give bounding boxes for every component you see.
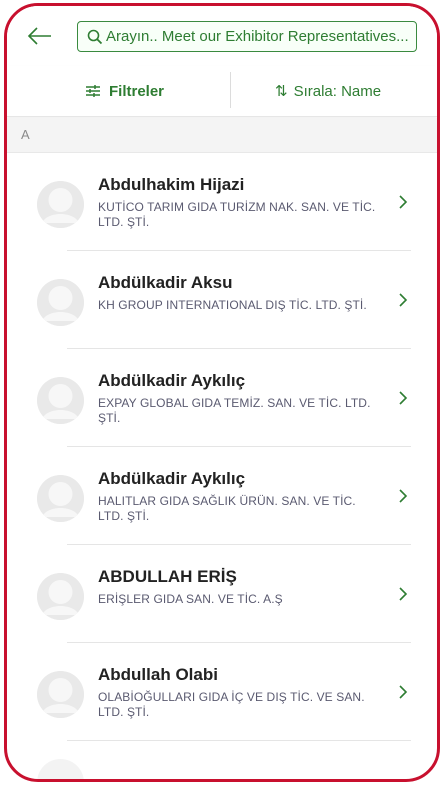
list-item[interactable]: Abdullah Olabi OLABİOĞULLARI GIDA İÇ VE … [7,643,437,741]
contact-name: Abdullah Olabi [98,665,218,684]
toolbar-divider [230,72,231,108]
contact-company: ERİŞLER GIDA SAN. VE TİC. A.Ş [98,592,283,606]
user-placeholder-icon [37,279,84,326]
user-placeholder-icon [37,671,84,718]
chevron-right-icon [399,391,408,405]
contact-name: ABDULLAH ERİŞ [98,567,237,586]
chevron-right-icon [399,195,408,209]
contact-name: Abdülkadir Aykılıç [98,469,246,488]
avatar [37,181,84,228]
filter-button[interactable]: Filtreler [85,66,164,116]
avatar [37,279,84,326]
device-frame: Arayın.. Meet our Exhibitor Representati… [4,3,440,782]
list-item[interactable]: Abdülkadir Aksu KH GROUP INTERNATIONAL D… [7,251,437,349]
avatar [37,475,84,522]
user-placeholder-icon [37,475,84,522]
contact-company: KH GROUP INTERNATIONAL DIŞ TİC. LTD. ŞTİ… [98,298,367,312]
sliders-icon [86,85,100,97]
arrow-left-icon [27,27,51,45]
contact-name: Abdülkadir Aykılıç [98,371,246,390]
contact-list: Abdulhakim Hijazi KUTİCO TARIM GIDA TURİ… [7,153,437,741]
section-header: A [7,118,437,153]
section-letter: A [21,127,30,142]
contact-company: KUTİCO TARIM GIDA TURİZM NAK. SAN. VE Tİ… [98,200,376,229]
back-button[interactable] [25,22,55,50]
search-input[interactable]: Arayın.. Meet our Exhibitor Representati… [77,21,417,52]
contact-name: Abdülkadir Aksu [98,273,233,292]
search-icon [87,29,103,44]
contact-company: EXPAY GLOBAL GIDA TEMİZ. SAN. VE TİC. LT… [98,396,371,425]
faded-list-item [7,741,437,779]
contact-company: OLABİOĞULLARI GIDA İÇ VE DIŞ TİC. VE SAN… [98,690,365,719]
search-placeholder: Arayın.. Meet our Exhibitor Representati… [106,28,409,45]
chevron-right-icon [399,489,408,503]
list-item[interactable]: Abdülkadir Aykılıç EXPAY GLOBAL GIDA TEM… [7,349,437,447]
contact-company: HALITLAR GIDA SAĞLIK ÜRÜN. SAN. VE TİC. … [98,494,356,523]
avatar [37,671,84,718]
list-item[interactable]: ABDULLAH ERİŞ ERİŞLER GIDA SAN. VE TİC. … [7,545,437,643]
list-item[interactable]: Abdulhakim Hijazi KUTİCO TARIM GIDA TURİ… [7,153,437,251]
avatar [37,377,84,424]
sort-label: Sırala: Name [293,82,382,100]
contact-name: Abdulhakim Hijazi [98,175,245,194]
avatar [37,573,84,620]
user-placeholder-icon [37,181,84,228]
avatar [37,759,84,779]
filter-sort-bar: Filtreler ⇅ Sırala: Name [7,66,437,117]
chevron-right-icon [399,685,408,699]
sort-button[interactable]: ⇅ Sırala: Name [275,66,381,116]
chevron-right-icon [399,587,408,601]
chevron-right-icon [399,293,408,307]
sort-arrows-icon: ⇅ [275,83,288,100]
filter-label: Filtreler [109,82,165,100]
list-item[interactable]: Abdülkadir Aykılıç HALITLAR GIDA SAĞLIK … [7,447,437,545]
user-placeholder-icon [37,573,84,620]
top-bar: Arayın.. Meet our Exhibitor Representati… [7,6,437,66]
user-placeholder-icon [37,377,84,424]
